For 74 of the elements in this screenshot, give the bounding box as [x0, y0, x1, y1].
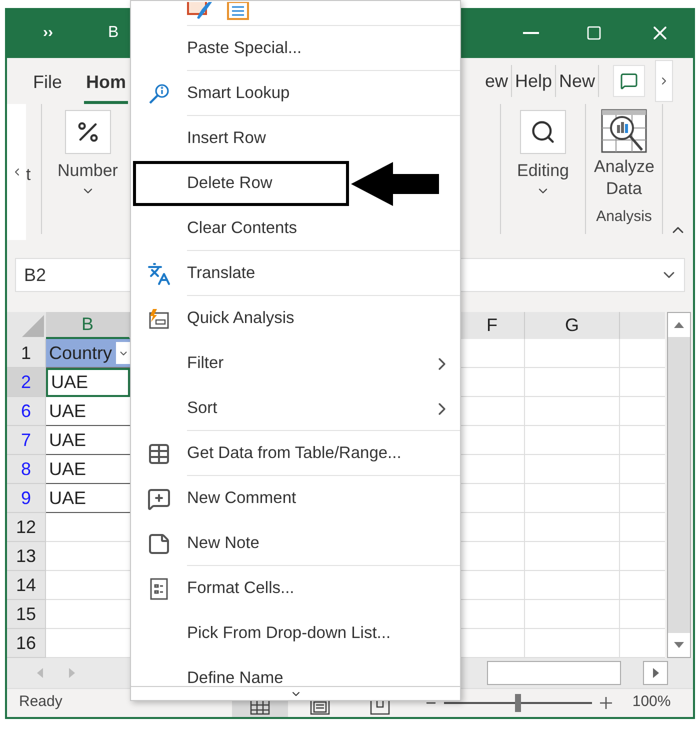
row-header[interactable]: 6 [7, 397, 46, 426]
table-cell: UAE [46, 426, 130, 455]
table-cell: UAE [46, 397, 130, 426]
analyze-data-button[interactable]: Analyze Data [589, 108, 659, 200]
window-title: B [108, 23, 119, 43]
number-format-button[interactable]: Number [52, 110, 124, 202]
editing-button[interactable]: Editing [509, 110, 577, 202]
format-cells-icon [148, 576, 170, 600]
status-text: Ready [19, 692, 62, 712]
minimize-icon [523, 32, 539, 34]
vertical-scrollbar[interactable] [667, 312, 691, 658]
menu-item[interactable]: Format Cells... [131, 566, 460, 611]
percent-icon [64, 110, 111, 154]
row-header[interactable]: 7 [7, 426, 46, 455]
group-label: Analysis [596, 207, 652, 227]
page-break-icon [370, 698, 390, 714]
row-header[interactable]: 8 [7, 455, 46, 484]
table-cell: UAE [46, 455, 130, 484]
ribbon-tab[interactable]: File [31, 64, 64, 104]
search-icon [520, 110, 566, 154]
row-header[interactable]: 9 [7, 484, 46, 513]
quick-analysis-icon [147, 306, 171, 330]
table-cell: UAE [46, 368, 130, 397]
row-header[interactable]: 12 [7, 513, 46, 542]
table-icon [147, 442, 171, 466]
row-header[interactable]: 14 [7, 571, 46, 600]
menu-item[interactable]: Get Data from Table/Range... [131, 431, 460, 476]
menu-item[interactable]: New Note [131, 521, 460, 566]
note-icon [147, 532, 171, 556]
translate-icon [147, 262, 171, 286]
menu-item[interactable]: Paste Special... [131, 26, 460, 71]
comment-icon [620, 72, 638, 90]
zoom-level[interactable]: 100% [632, 691, 671, 714]
filter-button[interactable] [116, 342, 130, 364]
menu-item[interactable]: Pick From Drop-down List... [131, 611, 460, 656]
new-comment-icon [147, 486, 171, 510]
menu-item[interactable]: Sort [131, 386, 460, 431]
menu-item[interactable]: Smart Lookup [131, 71, 460, 116]
column-header[interactable]: B [46, 312, 130, 339]
paste-text-icon[interactable] [227, 2, 249, 20]
row-header[interactable]: 1 [7, 339, 46, 368]
quick-access-toggle[interactable]: ›› [43, 22, 53, 44]
zoom-slider-thumb[interactable] [515, 694, 522, 712]
menu-item[interactable]: New Comment [131, 476, 460, 521]
grid-icon [250, 698, 270, 714]
ribbon-tab[interactable]: ew [482, 65, 512, 97]
row-header[interactable]: 15 [7, 600, 46, 629]
group-label: t [26, 164, 31, 186]
menu-item[interactable]: Filter [131, 341, 460, 386]
scroll-up-icon[interactable] [674, 322, 684, 328]
menu-item[interactable]: Insert Row [131, 116, 460, 161]
row-header[interactable]: 13 [7, 542, 46, 571]
row-header[interactable]: 16 [7, 629, 46, 658]
name-box[interactable]: B2 [24, 262, 46, 288]
analyze-data-icon [600, 108, 648, 156]
scroll-right-icon [652, 668, 658, 678]
menu-item[interactable]: Clear Contents [131, 206, 460, 251]
row-header[interactable]: 2 [7, 368, 46, 397]
zoom-slider[interactable] [444, 694, 592, 712]
scroll-right-button[interactable] [643, 661, 668, 685]
menu-item[interactable]: Quick Analysis [131, 296, 460, 341]
scroll-down-icon[interactable] [674, 642, 684, 648]
cell-text: Country [49, 342, 112, 365]
menu-item[interactable]: Delete Row [133, 161, 349, 206]
comments-button[interactable] [613, 65, 645, 97]
table-cell: UAE [46, 484, 130, 513]
horizontal-scroll-thumb[interactable] [487, 661, 621, 685]
paste-formatting-icon[interactable] [187, 2, 213, 20]
ribbon-tab[interactable]: New [556, 65, 599, 97]
maximize-icon [586, 25, 602, 41]
zoom-in-icon[interactable] [600, 696, 612, 708]
ribbon-tab[interactable]: Help [512, 65, 556, 97]
smart-lookup-icon [147, 82, 171, 106]
menu-item[interactable]: Translate [131, 251, 460, 296]
